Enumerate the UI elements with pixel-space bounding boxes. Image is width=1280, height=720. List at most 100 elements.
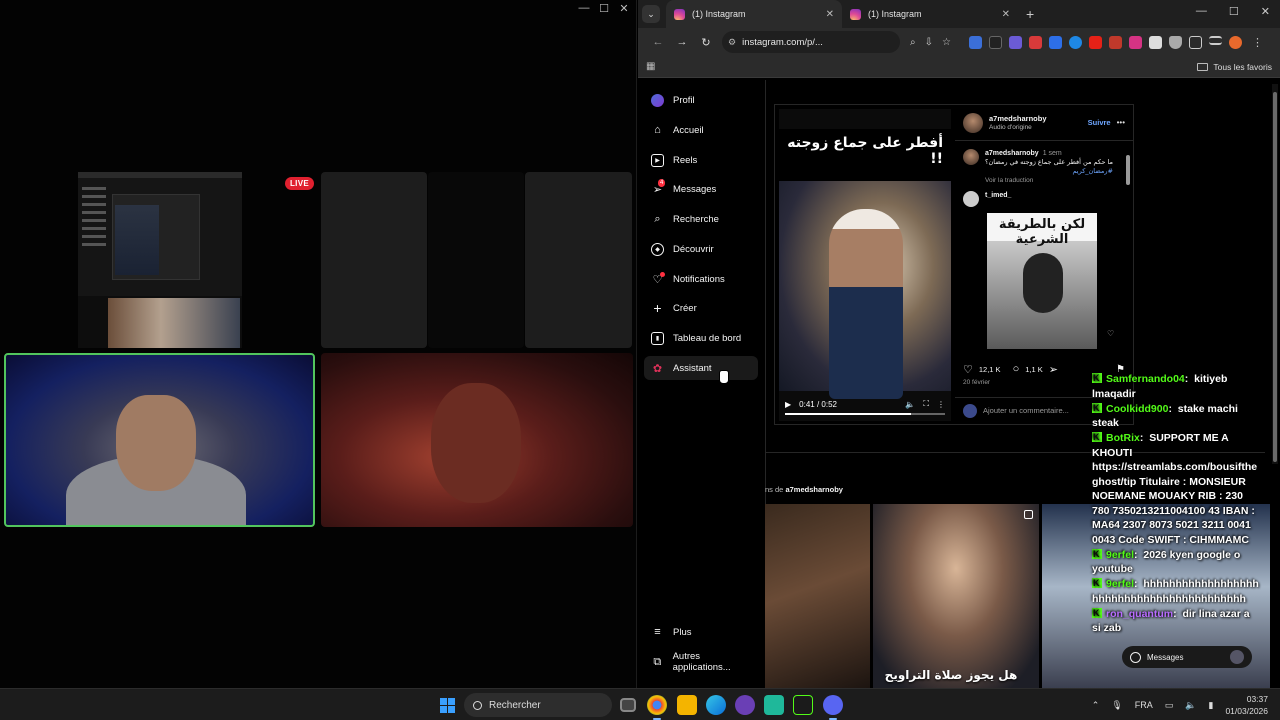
clock[interactable]: 03:37 01/03/2026 bbox=[1225, 693, 1268, 717]
taskbar-search[interactable]: Rechercher bbox=[464, 693, 612, 717]
forward-button[interactable]: → bbox=[670, 36, 694, 48]
extension-icon[interactable] bbox=[988, 35, 1002, 49]
share-icon[interactable]: ➢ bbox=[1049, 363, 1058, 376]
volume-icon[interactable]: 🔈 bbox=[1185, 700, 1196, 711]
reading-list-icon[interactable] bbox=[1208, 35, 1222, 45]
extension-icon[interactable] bbox=[1128, 35, 1142, 49]
sidebar-item-explore[interactable]: ◆ Découvrir bbox=[644, 237, 758, 261]
webcam-tile-speaker[interactable] bbox=[4, 353, 315, 527]
comment-like-icon[interactable]: ♡ bbox=[1107, 329, 1114, 338]
sidebar-item-search[interactable]: ⌕ Recherche bbox=[644, 207, 758, 231]
install-app-icon[interactable]: ⇩ bbox=[925, 37, 933, 48]
tab-search-button[interactable]: ⌄ bbox=[642, 5, 660, 23]
sidebar-item-messages[interactable]: ➢ 4 Messages bbox=[644, 177, 758, 201]
sidebar-item-reels[interactable]: ▶ Reels bbox=[644, 148, 758, 172]
avatar[interactable] bbox=[963, 149, 979, 165]
avatar[interactable] bbox=[963, 112, 983, 133]
emoji-icon[interactable] bbox=[963, 403, 977, 418]
fullscreen-icon[interactable]: ⛶ bbox=[923, 399, 929, 409]
participant-tile-empty-3[interactable] bbox=[525, 172, 632, 348]
caption-username[interactable]: a7medsharnoby bbox=[985, 150, 1039, 157]
task-view-icon[interactable] bbox=[620, 698, 636, 712]
close-icon[interactable]: ✕ bbox=[618, 2, 630, 15]
sidebar-item-assistant[interactable]: ✿ Assistant bbox=[644, 356, 758, 380]
sidebar-item-profile[interactable]: Profil bbox=[644, 88, 758, 112]
play-icon[interactable]: ▶ bbox=[785, 400, 791, 409]
follow-button[interactable]: Suivre bbox=[1088, 118, 1111, 127]
kick-icon[interactable] bbox=[793, 695, 813, 715]
video-more-icon[interactable]: ⋮ bbox=[937, 400, 945, 409]
volume-icon[interactable]: 🔈 bbox=[905, 400, 915, 409]
language-indicator[interactable]: FRA bbox=[1135, 700, 1153, 710]
extension-icon[interactable] bbox=[1148, 35, 1162, 49]
comment-image[interactable]: لكن بالطريقة الشرعية bbox=[987, 213, 1097, 349]
minimize-icon[interactable]: — bbox=[578, 2, 590, 15]
comments-scrollbar[interactable] bbox=[1125, 145, 1131, 353]
extensions-puzzle-icon[interactable] bbox=[1188, 35, 1202, 49]
screen-share-tile[interactable] bbox=[78, 172, 242, 348]
comment-icon[interactable]: ○ bbox=[1013, 363, 1020, 375]
more-options-icon[interactable]: ••• bbox=[1117, 118, 1125, 127]
page-scrollbar[interactable] bbox=[1272, 84, 1278, 464]
bookmark-star-icon[interactable]: ☆ bbox=[942, 37, 951, 48]
chevron-up-icon[interactable]: ⌃ bbox=[1092, 700, 1100, 711]
file-explorer-icon[interactable] bbox=[677, 695, 697, 715]
see-translation-link[interactable]: Voir la traduction bbox=[985, 176, 1113, 185]
browser-menu-icon[interactable]: ⋮ bbox=[1252, 36, 1263, 49]
extension-icon[interactable] bbox=[1108, 35, 1122, 49]
all-bookmarks-button[interactable]: Tous les favoris bbox=[1197, 62, 1272, 72]
audio-label[interactable]: Audio d'origine bbox=[989, 123, 1047, 132]
app-icon[interactable] bbox=[735, 695, 755, 715]
microphone-icon[interactable]: 🎙 bbox=[1111, 700, 1122, 711]
zoom-icon[interactable]: ⌕ bbox=[910, 37, 916, 48]
network-icon[interactable]: ▭ bbox=[1165, 700, 1174, 711]
sidebar-item-create[interactable]: + Créer bbox=[644, 296, 758, 320]
maximize-icon[interactable]: ☐ bbox=[1229, 5, 1239, 18]
reload-button[interactable]: ↻ bbox=[694, 36, 718, 49]
edge-icon[interactable] bbox=[706, 695, 726, 715]
extension-icon[interactable] bbox=[1008, 35, 1022, 49]
app-icon[interactable] bbox=[764, 695, 784, 715]
participant-tile-empty-1[interactable] bbox=[321, 172, 427, 348]
sidebar-item-home[interactable]: ⌂ Accueil bbox=[644, 118, 758, 142]
shield-icon[interactable] bbox=[1168, 35, 1182, 49]
comment-username[interactable]: t_imed_ bbox=[985, 192, 1011, 199]
post-thumbnail[interactable] bbox=[873, 504, 1039, 688]
video-progress-bar[interactable] bbox=[785, 413, 945, 415]
webcam-tile-guest[interactable] bbox=[321, 353, 633, 527]
windows-start-icon[interactable] bbox=[440, 698, 455, 713]
caption-hashtag[interactable]: #رمضان_كريم bbox=[985, 167, 1113, 176]
battery-icon[interactable]: ▮ bbox=[1209, 700, 1214, 711]
youtube-extension-icon[interactable] bbox=[1088, 35, 1102, 49]
extension-icon[interactable] bbox=[1048, 35, 1062, 49]
post-thumbnail[interactable] bbox=[765, 504, 870, 688]
site-info-icon[interactable]: ⚙ bbox=[728, 37, 736, 48]
like-icon[interactable]: ♡ bbox=[963, 363, 973, 376]
new-tab-button[interactable]: + bbox=[1026, 6, 1034, 22]
apps-grid-icon[interactable]: ▦ bbox=[646, 61, 655, 72]
author-username[interactable]: a7medsharnoby bbox=[989, 114, 1047, 123]
address-bar[interactable]: ⚙ instagram.com/p/... bbox=[722, 31, 900, 53]
sidebar-item-more[interactable]: ≡ Plus bbox=[644, 620, 758, 644]
sidebar-item-notifications[interactable]: ♡ Notifications bbox=[644, 267, 758, 291]
extension-icon[interactable] bbox=[1068, 35, 1082, 49]
extension-icon[interactable] bbox=[968, 35, 982, 49]
minimize-icon[interactable]: — bbox=[1196, 5, 1207, 18]
tab-instagram-1[interactable]: (1) Instagram ✕ bbox=[666, 0, 842, 28]
extension-icon[interactable] bbox=[1028, 35, 1042, 49]
participant-tile-empty-2[interactable] bbox=[428, 172, 524, 348]
messages-floating-button[interactable]: Messages bbox=[1122, 646, 1252, 668]
close-tab-icon[interactable]: ✕ bbox=[826, 9, 834, 20]
close-icon[interactable]: ✕ bbox=[1261, 5, 1270, 18]
close-tab-icon[interactable]: ✕ bbox=[1002, 9, 1010, 20]
post-video[interactable]: أفطر على جماع زوجته !! ▶ 0:41 / 0:52 🔈 ⛶… bbox=[779, 109, 951, 421]
profile-avatar-icon[interactable] bbox=[1228, 35, 1242, 49]
avatar[interactable] bbox=[963, 191, 979, 207]
sidebar-item-apps[interactable]: ⧉ Autres applications... bbox=[644, 650, 758, 674]
chrome-icon[interactable] bbox=[647, 695, 667, 720]
maximize-icon[interactable]: ☐ bbox=[598, 2, 610, 15]
more-from-username[interactable]: a7medsharnoby bbox=[785, 485, 843, 494]
tab-instagram-2[interactable]: (1) Instagram ✕ bbox=[842, 0, 1018, 28]
sidebar-item-dashboard[interactable]: ▮ Tableau de bord bbox=[644, 326, 758, 350]
discord-icon[interactable] bbox=[823, 695, 843, 720]
